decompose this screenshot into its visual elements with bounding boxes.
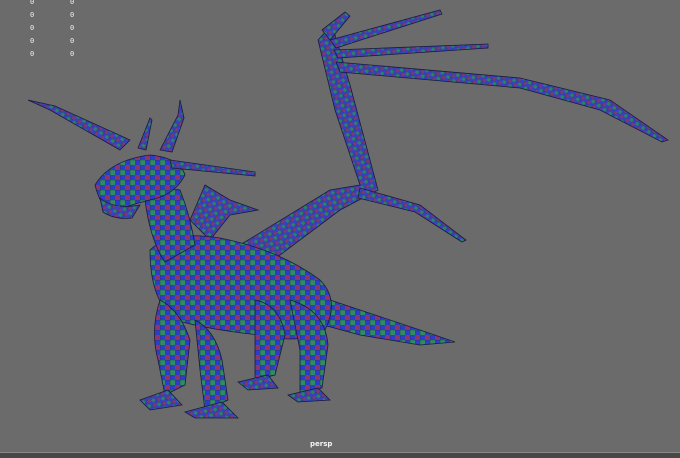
horn-upper[interactable] bbox=[159, 99, 185, 153]
camera-name-label: persp bbox=[310, 440, 333, 448]
rear-wing[interactable] bbox=[189, 184, 260, 241]
wing-spur[interactable] bbox=[357, 187, 467, 243]
horn-small[interactable] bbox=[137, 117, 153, 151]
wing-arm[interactable] bbox=[239, 24, 379, 271]
dragon-model[interactable] bbox=[27, 9, 669, 419]
wing-finger-3[interactable] bbox=[333, 43, 489, 59]
foot-front-left[interactable] bbox=[139, 389, 183, 411]
viewport-bottom-divider bbox=[0, 452, 680, 453]
wing-finger-4[interactable] bbox=[335, 61, 669, 143]
horn-long[interactable] bbox=[27, 99, 131, 151]
foot-hind-left[interactable] bbox=[237, 374, 279, 391]
foot-hind-right[interactable] bbox=[287, 387, 331, 403]
3d-viewport[interactable] bbox=[0, 0, 680, 452]
front-leg-right[interactable] bbox=[194, 319, 229, 411]
